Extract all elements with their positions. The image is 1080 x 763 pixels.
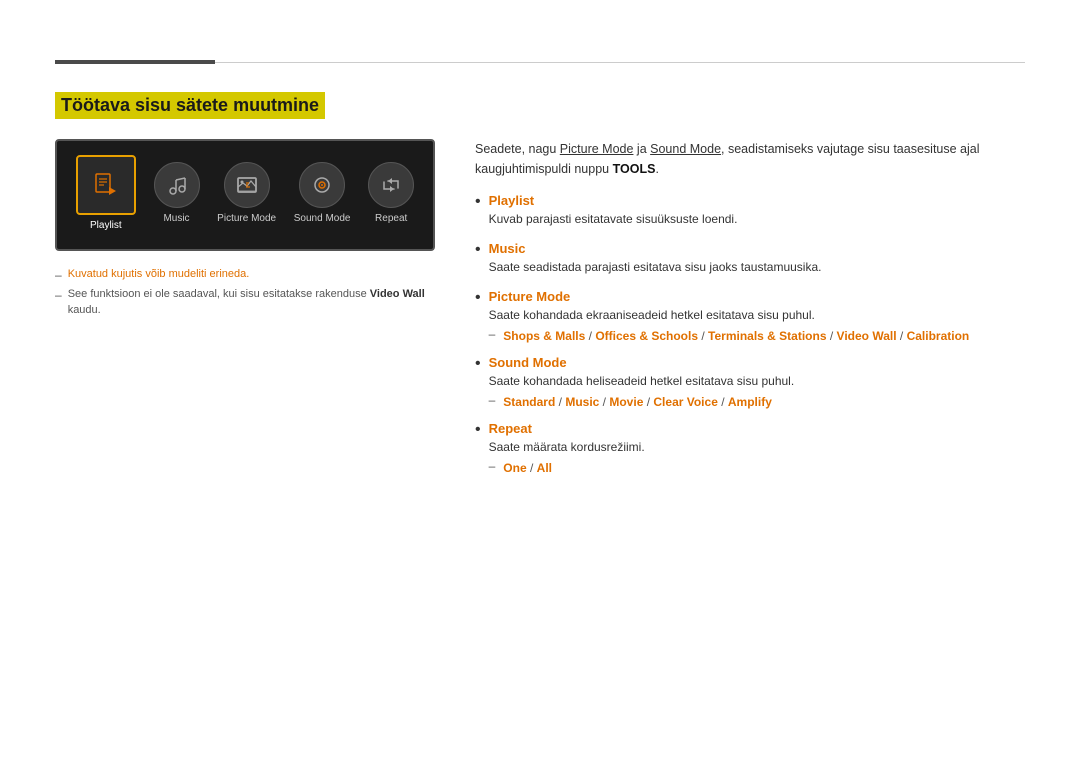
note-text-2: See funktsioon ei ole saadaval, kui sisu… [68,287,435,318]
bullet-title-playlist: Playlist [489,193,1025,208]
bullet-desc-picture-mode: Saate kohandada ekraaniseadeid hetkel es… [489,306,1025,324]
content-layout: Playlist Musi [55,139,1025,487]
bullet-title-sound-mode: Sound Mode [489,355,1025,370]
tools-bold: TOOLS [613,162,656,176]
option-offices-schools: Offices & Schools [595,329,698,343]
playlist-icon-item[interactable]: Playlist [76,155,136,231]
picture-mode-sub: – Shops & Malls / Offices & Schools / Te… [489,327,1025,345]
bullet-item-repeat: • Repeat Saate määrata kordusrežiimi. – … [475,421,1025,477]
bullet-item-music: • Music Saate seadistada parajasti esita… [475,241,1025,279]
option-terminals-stations: Terminals & Stations [708,329,826,343]
playlist-icon-box [76,155,136,215]
repeat-icon [380,174,402,196]
sound-mode-icon-item[interactable]: Sound Mode [294,162,351,224]
bullet-content-music: Music Saate seadistada parajasti esitata… [489,241,1025,279]
repeat-label: Repeat [375,213,407,224]
bullet-item-sound-mode: • Sound Mode Saate kohandada heliseadeid… [475,355,1025,411]
sep2: / [698,329,708,343]
option-video-wall: Video Wall [837,329,897,343]
bullet-dot-picture-mode: • [475,290,481,306]
sound-mode-options: Standard / Music / Movie / Clear Voice /… [503,393,772,411]
note-highlight-1: Kuvatud kujutis võib mudeliti erineda. [68,268,250,280]
music-icon-box [154,162,200,208]
bullet-content-repeat: Repeat Saate määrata kordusrežiimi. – On… [489,421,1025,477]
repeat-options: One / All [503,459,552,477]
note-text-1: Kuvatud kujutis võib mudeliti erineda. [68,267,250,282]
music-icon-item[interactable]: Music [154,162,200,224]
bullet-content-playlist: Playlist Kuvab parajasti esitatavate sis… [489,193,1025,231]
option-standard: Standard [503,395,555,409]
media-icons-row: Playlist Musi [67,155,423,231]
repeat-sub-dash: – [489,459,496,473]
bullet-list: • Playlist Kuvab parajasti esitatavate s… [475,193,1025,477]
repeat-icon-item[interactable]: Repeat [368,162,414,224]
page-title: Töötava sisu sätete muutmine [55,92,325,119]
sep1: / [585,329,595,343]
bullet-desc-playlist: Kuvab parajasti esitatavate sisuüksuste … [489,210,1025,228]
playlist-icon [92,171,120,199]
left-column: Playlist Musi [55,139,435,323]
option-one: One [503,461,526,475]
sep6: / [599,395,609,409]
picture-mode-options: Shops & Malls / Offices & Schools / Term… [503,327,969,345]
sep9: / [527,461,537,475]
picture-mode-icon-item[interactable]: Picture Mode [217,162,276,224]
page-container: Töötava sisu sätete muutmine [0,0,1080,527]
playlist-label: Playlist [90,220,122,231]
sound-mode-icon-box [299,162,345,208]
option-clear-voice: Clear Voice [653,395,717,409]
sound-mode-icon [311,174,333,196]
thick-line [55,60,215,64]
option-shops-malls: Shops & Malls [503,329,585,343]
note-item-2: – See funktsioon ei ole saadaval, kui si… [55,287,435,318]
bullet-title-picture-mode: Picture Mode [489,289,1025,304]
sound-mode-sub: – Standard / Music / Movie / Clear Voice… [489,393,1025,411]
video-wall-link: Video Wall [370,288,425,300]
repeat-sub: – One / All [489,459,1025,477]
bullet-desc-music: Saate seadistada parajasti esitatava sis… [489,258,1025,276]
sep3: / [827,329,837,343]
thin-line [215,62,1025,63]
bullet-content-sound-mode: Sound Mode Saate kohandada heliseadeid h… [489,355,1025,411]
bullet-item-picture-mode: • Picture Mode Saate kohandada ekraanise… [475,289,1025,345]
sound-mode-label: Sound Mode [294,213,351,224]
note-dash-1: – [55,268,62,282]
bullet-title-repeat: Repeat [489,421,1025,436]
sound-mode-intro-highlight: Sound Mode [650,142,721,156]
repeat-icon-box [368,162,414,208]
bullet-item-playlist: • Playlist Kuvab parajasti esitatavate s… [475,193,1025,231]
picture-mode-intro-highlight: Picture Mode [560,142,634,156]
sep4: / [897,329,907,343]
sep5: / [555,395,565,409]
option-amplify: Amplify [728,395,772,409]
option-all: All [537,461,552,475]
bullet-dot-music: • [475,242,481,258]
music-label: Music [163,213,189,224]
note-dash-2: – [55,288,62,302]
bullet-dot-sound-mode: • [475,356,481,372]
bullet-desc-repeat: Saate määrata kordusrežiimi. [489,438,1025,456]
picture-mode-icon [236,174,258,196]
sep7: / [643,395,653,409]
sep8: / [718,395,728,409]
bullet-dot-playlist: • [475,194,481,210]
option-music: Music [565,395,599,409]
top-line-decoration [55,60,1025,64]
bullet-title-music: Music [489,241,1025,256]
bullet-desc-sound-mode: Saate kohandada heliseadeid hetkel esita… [489,372,1025,390]
bullet-content-picture-mode: Picture Mode Saate kohandada ekraanisead… [489,289,1025,345]
picture-mode-label: Picture Mode [217,213,276,224]
picture-mode-icon-box [224,162,270,208]
option-movie: Movie [609,395,643,409]
media-player: Playlist Musi [55,139,435,251]
bullet-dot-repeat: • [475,422,481,438]
picture-mode-sub-dash: – [489,327,496,341]
note-item-1: – Kuvatud kujutis võib mudeliti erineda. [55,267,435,282]
music-icon [166,174,188,196]
right-column: Seadete, nagu Picture Mode ja Sound Mode… [475,139,1025,487]
option-calibration: Calibration [907,329,970,343]
sound-mode-sub-dash: – [489,393,496,407]
notes-section: – Kuvatud kujutis võib mudeliti erineda.… [55,267,435,318]
intro-text: Seadete, nagu Picture Mode ja Sound Mode… [475,139,1025,179]
